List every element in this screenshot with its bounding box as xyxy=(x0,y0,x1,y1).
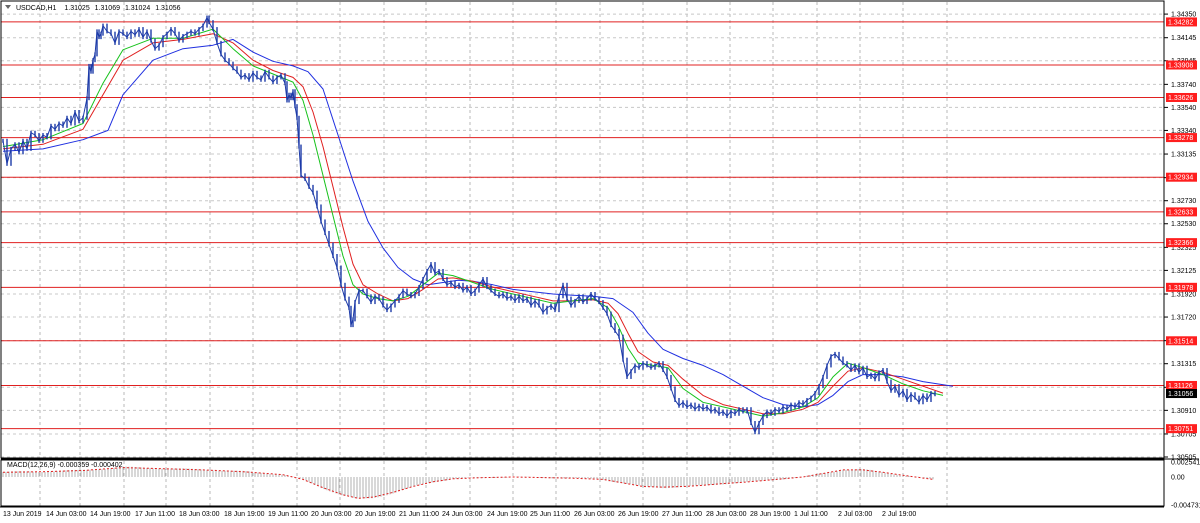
price-tick-label: 1.31920 xyxy=(1171,292,1196,299)
time-tick-label: 24 Jun 19:00 xyxy=(487,511,528,518)
time-tick-label: 18 Jun 19:00 xyxy=(224,511,265,518)
level-price-tag: 1.34282 xyxy=(1166,17,1197,27)
time-tick-label: 20 Jun 19:00 xyxy=(355,511,396,518)
svg-text:1.31126: 1.31126 xyxy=(1168,383,1193,390)
price-tick-label: 1.31315 xyxy=(1171,361,1196,368)
time-tick-label: 25 Jun 11:00 xyxy=(530,511,570,518)
svg-text:1.31514: 1.31514 xyxy=(1168,338,1193,345)
level-price-tag: 1.30751 xyxy=(1166,424,1197,433)
price-tick-label: 1.32730 xyxy=(1171,198,1196,205)
level-price-tag: 1.31126 xyxy=(1166,380,1197,390)
svg-text:1.30751: 1.30751 xyxy=(1168,426,1193,433)
level-price-tag: 1.32633 xyxy=(1166,207,1197,216)
price-tick-label: 1.32125 xyxy=(1171,268,1196,275)
macd-tick-label: 0.00 xyxy=(1171,475,1185,482)
level-price-tag: 1.31978 xyxy=(1166,282,1197,292)
price-tick-label: 1.33740 xyxy=(1171,82,1196,89)
svg-text:1.34282: 1.34282 xyxy=(1168,19,1193,26)
macd-tick-label: -0.004731 xyxy=(1171,503,1200,510)
level-price-tag: 1.33626 xyxy=(1166,92,1197,102)
time-tick-label: 27 Jun 11:00 xyxy=(662,511,702,518)
chart-title: USDCAD,H1 1.31025 1.31069 1.31024 1.3105… xyxy=(16,5,181,12)
time-tick-label: 24 Jun 03:00 xyxy=(442,511,483,518)
time-tick-label: 19 Jun 11:00 xyxy=(268,511,308,518)
current-price-tag: 1.31056 xyxy=(1166,389,1197,399)
time-tick-label: 1 Jul 11:00 xyxy=(794,511,828,518)
price-tick-label: 1.30910 xyxy=(1171,408,1196,415)
price-tick-label: 1.31720 xyxy=(1171,315,1196,322)
level-price-tag: 1.33908 xyxy=(1166,60,1197,70)
usdcad-h1-chart[interactable]: 0.0025410.00-0.004731 1.343501.341451.33… xyxy=(0,0,1200,523)
time-tick-label: 18 Jun 03:00 xyxy=(179,511,220,518)
time-tick-label: 14 Jun 03:00 xyxy=(46,511,87,518)
level-price-tag: 1.32366 xyxy=(1166,238,1197,248)
svg-text:1.33278: 1.33278 xyxy=(1168,135,1193,142)
svg-text:1.32633: 1.32633 xyxy=(1168,209,1193,216)
svg-text:1.31978: 1.31978 xyxy=(1168,285,1193,292)
time-axis: 13 Jun 2019 14 Jun 03:00 14 Jun 19:00 17 Ju… xyxy=(3,511,916,518)
time-tick-label: 26 Jun 19:00 xyxy=(618,511,659,518)
level-price-tag: 1.32934 xyxy=(1166,172,1197,182)
time-tick-label: 2 Jul 19:00 xyxy=(882,511,916,518)
time-tick-label: 26 Jun 03:00 xyxy=(574,511,615,518)
svg-text:1.31056: 1.31056 xyxy=(1168,391,1193,398)
price-tick-label: 1.33540 xyxy=(1171,105,1196,112)
time-tick-label: 20 Jun 03:00 xyxy=(311,511,352,518)
price-tick-label: 1.30505 xyxy=(1171,455,1196,462)
level-price-tag: 1.31514 xyxy=(1166,336,1197,345)
time-tick-label: 17 Jun 11:00 xyxy=(135,511,175,518)
level-price-tag: 1.33278 xyxy=(1166,133,1197,142)
time-tick-label: 14 Jun 19:00 xyxy=(90,511,131,518)
price-tick-label: 1.32530 xyxy=(1171,221,1196,228)
time-tick-label: 28 Jun 19:00 xyxy=(750,511,791,518)
svg-text:1.32366: 1.32366 xyxy=(1168,240,1193,247)
macd-label: MACD(12,26,9) -0.000359 -0.000402 xyxy=(7,462,123,469)
svg-text:1.33908: 1.33908 xyxy=(1168,63,1193,70)
price-tick-label: 1.33135 xyxy=(1171,152,1196,159)
svg-text:1.32934: 1.32934 xyxy=(1168,175,1193,182)
svg-text:1.33626: 1.33626 xyxy=(1168,95,1193,102)
time-tick-label: 21 Jun 11:00 xyxy=(399,511,439,518)
time-tick-label: 13 Jun 2019 xyxy=(3,511,42,518)
time-tick-label: 2 Jul 03:00 xyxy=(838,511,872,518)
time-tick-label: 28 Jun 03:00 xyxy=(706,511,747,518)
price-tick-label: 1.34145 xyxy=(1171,35,1196,42)
